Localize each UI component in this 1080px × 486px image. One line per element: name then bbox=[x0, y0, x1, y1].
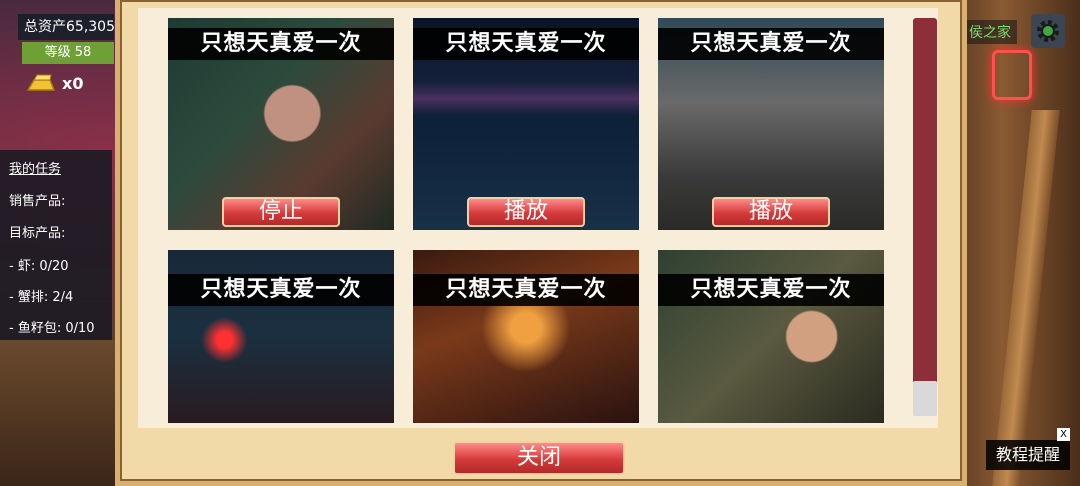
gold-bar-icon bbox=[26, 74, 56, 91]
play-button[interactable]: 播放 bbox=[712, 197, 830, 227]
song-card[interactable]: 只想天真爱一次 bbox=[168, 250, 394, 423]
song-card[interactable]: 只想天真爱一次 播放 bbox=[413, 18, 639, 230]
tutorial-close-button[interactable]: X bbox=[1057, 428, 1070, 441]
song-title: 只想天真爱一次 bbox=[413, 28, 639, 60]
song-title: 只想天真爱一次 bbox=[168, 28, 394, 60]
home-label: 侯之家 bbox=[963, 20, 1017, 44]
task-item: - 鱼籽包: 0/10 bbox=[9, 321, 95, 336]
song-title: 只想天真爱一次 bbox=[413, 274, 639, 306]
sell-product-label: 销售产品: bbox=[9, 194, 66, 209]
song-title: 只想天真爱一次 bbox=[168, 274, 394, 306]
tutorial-reminder-button[interactable]: 教程提醒 bbox=[986, 440, 1070, 470]
gear-icon bbox=[1037, 20, 1059, 42]
song-card[interactable]: 只想天真爱一次 bbox=[413, 250, 639, 423]
song-card[interactable]: 只想天真爱一次 播放 bbox=[658, 18, 884, 230]
wooden-counter bbox=[0, 340, 115, 486]
song-card[interactable]: 只想天真爱一次 bbox=[658, 250, 884, 423]
task-item: - 蟹排: 2/4 bbox=[9, 290, 74, 305]
close-button[interactable]: 关闭 bbox=[453, 441, 625, 475]
gold-count: x0 bbox=[62, 74, 84, 93]
song-title: 只想天真爱一次 bbox=[658, 28, 884, 60]
level-badge: 等级 58 bbox=[22, 42, 114, 64]
target-product-label: 目标产品: bbox=[9, 226, 66, 241]
task-panel: 我的任务 销售产品: 目标产品: - 虾: 0/20 - 蟹排: 2/4 - 鱼… bbox=[0, 150, 112, 340]
settings-button[interactable] bbox=[1031, 14, 1065, 48]
neon-sign bbox=[992, 50, 1032, 100]
scrollbar-thumb[interactable] bbox=[913, 381, 937, 416]
task-panel-title[interactable]: 我的任务 bbox=[9, 158, 61, 177]
task-item: - 虾: 0/20 bbox=[9, 259, 69, 274]
scrollbar-track[interactable] bbox=[913, 18, 937, 416]
song-title: 只想天真爱一次 bbox=[658, 274, 884, 306]
stop-button[interactable]: 停止 bbox=[222, 197, 340, 227]
total-assets-display: 总资产65,305 bbox=[18, 14, 114, 40]
song-card[interactable]: 只想天真爱一次 停止 bbox=[168, 18, 394, 230]
play-button[interactable]: 播放 bbox=[467, 197, 585, 227]
